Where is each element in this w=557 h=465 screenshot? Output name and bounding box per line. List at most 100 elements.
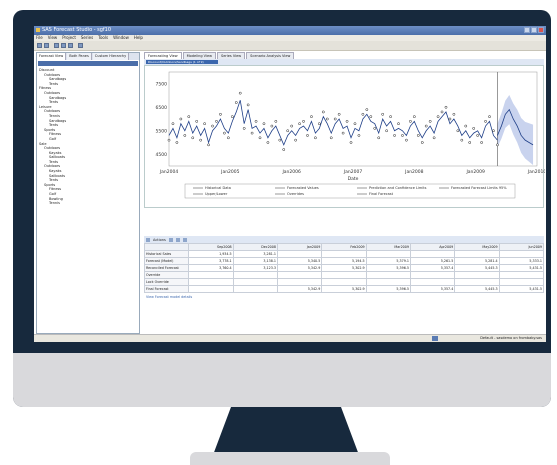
row-label: Final Forecast: [143, 285, 190, 293]
monitor-base: [190, 452, 390, 465]
table-cell[interactable]: [498, 271, 545, 279]
column-header[interactable]: [143, 243, 190, 251]
table-cell[interactable]: [276, 271, 323, 279]
actual-value-point: [278, 138, 282, 142]
table-cell[interactable]: [498, 278, 545, 286]
save-icon[interactable]: [54, 43, 59, 48]
row-label: Lock Override: [143, 278, 190, 286]
actual-value-point: [456, 129, 460, 133]
table-cell[interactable]: 5,357.4: [409, 264, 456, 272]
table-cell[interactable]: 5,261.5: [409, 257, 456, 265]
column-header[interactable]: Mar2009: [365, 243, 411, 251]
tab-modeling-view[interactable]: Modeling View: [182, 52, 216, 59]
table-cell[interactable]: [232, 278, 278, 286]
table-cell[interactable]: 5,396.5: [365, 285, 411, 293]
table-cell[interactable]: 3,138.1: [232, 257, 278, 265]
open-project-icon[interactable]: [44, 43, 49, 48]
actual-value-point: [187, 115, 191, 119]
refresh-icon[interactable]: [182, 237, 187, 242]
tab-both-panes[interactable]: Both Panes: [67, 53, 92, 60]
actual-value-point: [460, 138, 464, 142]
tree-item[interactable]: Tennis: [39, 201, 137, 206]
table-cell[interactable]: 3,760.4: [188, 264, 234, 272]
table-cell[interactable]: 5,342.9: [276, 264, 323, 272]
table-cell[interactable]: [232, 285, 278, 293]
series-selector[interactable]: Discount/Outdoors/Sandbags (1 of 9): [146, 60, 218, 64]
new-project-icon[interactable]: [37, 43, 42, 48]
table-cell[interactable]: [365, 278, 411, 286]
tab-scenario-analysis-view[interactable]: Scenario Analysis View: [246, 52, 295, 59]
table-cell[interactable]: 5,281.4: [454, 257, 500, 265]
row-label: Forecast (Model): [143, 257, 190, 265]
column-header[interactable]: Jan2009: [276, 243, 323, 251]
table-cell[interactable]: [188, 278, 234, 286]
table-cell[interactable]: 5,379.1: [365, 257, 411, 265]
grid-toolbar: Actions: [144, 236, 544, 243]
table-cell[interactable]: [188, 285, 234, 293]
table-cell[interactable]: [454, 250, 500, 258]
actual-value-point: [488, 115, 491, 119]
legend-label: Forecasted Forecast Limits 95%: [451, 186, 507, 190]
tab-forecasting-view[interactable]: Forecasting View: [144, 52, 182, 59]
settings-icon[interactable]: [68, 43, 73, 48]
table-cell[interactable]: [276, 278, 323, 286]
column-header[interactable]: Sep2008: [188, 243, 234, 251]
table-cell[interactable]: 5,445.3: [454, 285, 500, 293]
minimize-button[interactable]: [524, 27, 530, 33]
table-cell[interactable]: 5,333.1: [498, 257, 545, 265]
table-cell[interactable]: 5,357.4: [409, 285, 456, 293]
table-cell[interactable]: [454, 271, 500, 279]
table-cell[interactable]: 3,778.1: [188, 257, 234, 265]
table-cell[interactable]: [276, 250, 323, 258]
actual-value-point: [211, 124, 214, 128]
table-cell[interactable]: 3,123.3: [232, 264, 278, 272]
actual-value-point: [191, 136, 195, 140]
table-cell[interactable]: [321, 271, 367, 279]
column-header[interactable]: Feb2009: [321, 243, 367, 251]
table-cell[interactable]: [409, 271, 456, 279]
table-cell[interactable]: 5,342.9: [276, 285, 323, 293]
table-cell[interactable]: 5,431.5: [498, 285, 545, 293]
table-cell[interactable]: [321, 278, 367, 286]
column-header[interactable]: Jun2009: [498, 243, 545, 251]
model-details-link[interactable]: View Forecast model details: [144, 293, 544, 301]
tab-forecast-view[interactable]: Forecast View: [37, 53, 67, 60]
export-icon[interactable]: [175, 237, 180, 242]
save-icon[interactable]: [168, 237, 173, 242]
table-cell[interactable]: 5,302.9: [321, 285, 367, 293]
column-header[interactable]: May2009: [454, 243, 500, 251]
table-cell[interactable]: [365, 271, 411, 279]
table-cell[interactable]: [409, 250, 456, 258]
table-cell[interactable]: 3,281.1: [232, 250, 278, 258]
tab-custom-hierarchy[interactable]: Custom Hierarchy: [92, 53, 130, 60]
help-icon[interactable]: [78, 43, 83, 48]
tab-series-view[interactable]: Series View: [216, 52, 246, 59]
print-icon[interactable]: [61, 43, 66, 48]
actual-value-point: [274, 120, 278, 123]
table-cell[interactable]: [365, 250, 411, 258]
close-button[interactable]: [538, 27, 544, 33]
table-cell[interactable]: [232, 271, 278, 279]
column-header[interactable]: Apr2009: [409, 243, 456, 251]
table-cell[interactable]: 5,396.5: [365, 264, 411, 272]
table-cell[interactable]: 5,194.5: [321, 257, 367, 265]
actual-value-point: [306, 134, 309, 137]
table-cell[interactable]: 1,934.5: [188, 250, 234, 258]
table-cell[interactable]: [409, 278, 456, 286]
grid-actions-label[interactable]: Actions: [153, 238, 166, 242]
table-cell[interactable]: [498, 250, 545, 258]
table-cell[interactable]: [454, 278, 500, 286]
actions-icon[interactable]: [146, 237, 150, 242]
table-row: Reconciled Forecast 3,760.4 3,123.3 5,342.9…: [143, 264, 545, 272]
table-cell[interactable]: 5,431.5: [498, 264, 545, 272]
actual-value-point: [294, 138, 297, 142]
table-cell[interactable]: 5,302.9: [321, 264, 367, 272]
table-cell[interactable]: 5,445.3: [454, 264, 500, 272]
table-cell[interactable]: [321, 250, 367, 258]
table-cell[interactable]: 5,340.5: [276, 257, 323, 265]
column-header[interactable]: Dec2008: [232, 243, 278, 251]
table-cell[interactable]: [188, 271, 234, 279]
maximize-button[interactable]: [531, 27, 537, 33]
row-label: Override: [143, 271, 190, 279]
table-row: Forecast (Model) 3,778.1 3,138.1 5,340.5 5,1…: [143, 257, 545, 265]
